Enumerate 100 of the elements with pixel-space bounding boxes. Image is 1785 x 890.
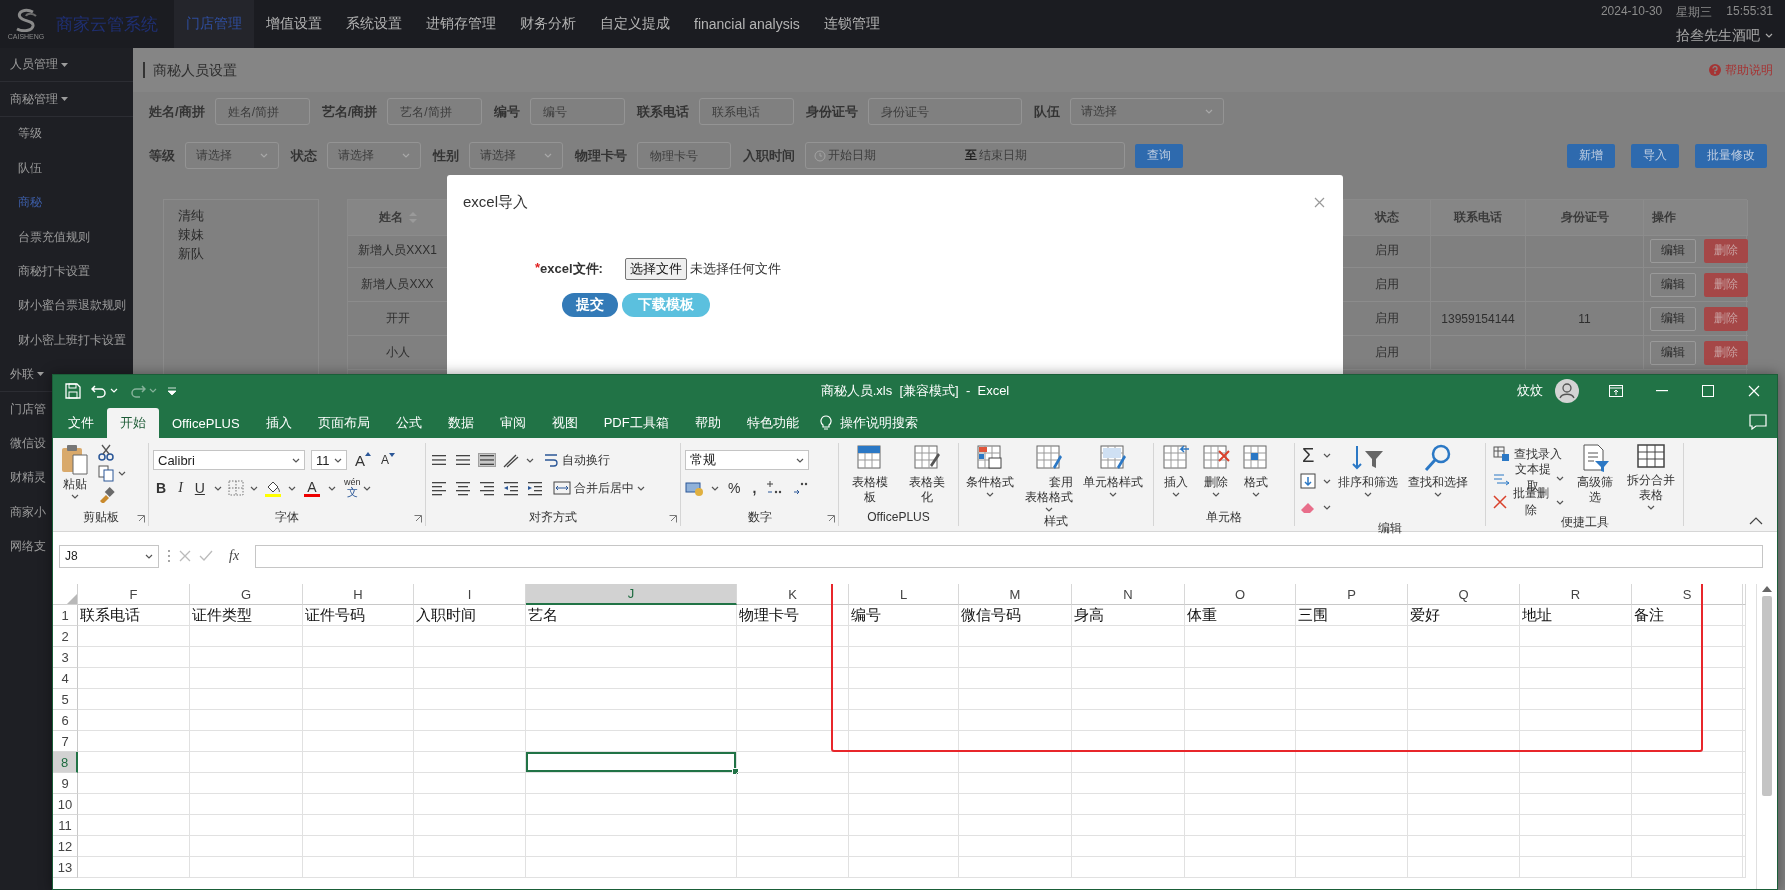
insert-function-button[interactable]: fx [229,548,240,564]
empty-cell[interactable] [1520,689,1632,710]
empty-cell[interactable] [526,857,737,878]
spreadsheet-cell[interactable]: 身高 [1072,605,1185,626]
empty-cell[interactable] [303,752,414,773]
align-text-icon[interactable] [454,479,472,497]
active-cell[interactable] [526,752,737,773]
sidebar-item[interactable]: 队伍 [18,159,42,177]
sidebar-item[interactable]: 门店管 [10,400,46,418]
empty-cell[interactable] [1296,647,1408,668]
paste-button[interactable]: 粘贴 [57,443,93,499]
empty-cell[interactable] [1520,668,1632,689]
empty-cell[interactable] [1185,836,1296,857]
empty-cell[interactable] [849,857,959,878]
currency-icon[interactable] [685,480,705,496]
spreadsheet-cell[interactable]: 地址 [1520,605,1632,626]
nav-tab[interactable]: 进销存管理 [414,0,508,48]
font-color-button[interactable]: A [301,479,322,497]
empty-cell[interactable] [526,710,737,731]
avatar-icon[interactable] [1555,378,1579,403]
empty-cell[interactable] [414,647,526,668]
table-template-button[interactable]: 表格模板 [843,443,897,505]
empty-cell[interactable] [737,815,849,836]
empty-cell[interactable] [303,857,414,878]
save-icon[interactable] [65,382,81,399]
empty-cell[interactable] [1632,689,1743,710]
percent-button[interactable]: % [725,477,744,499]
font-size-dropdown[interactable]: 11 [311,450,347,470]
filter-input[interactable]: 编号 [530,98,626,125]
empty-cell[interactable] [849,689,959,710]
empty-cell[interactable] [1408,710,1520,731]
comment-icon[interactable] [1749,414,1767,430]
empty-cell[interactable] [849,626,959,647]
empty-cell[interactable] [1520,836,1632,857]
empty-cell[interactable] [78,689,190,710]
action-button[interactable]: 批量修改 [1695,143,1767,168]
column-header[interactable]: L [849,584,959,605]
empty-cell[interactable] [526,647,737,668]
column-header[interactable]: O [1185,584,1296,605]
empty-cell[interactable] [737,647,849,668]
empty-cell[interactable] [1408,773,1520,794]
empty-cell[interactable] [414,773,526,794]
empty-cell[interactable] [526,689,737,710]
empty-cell[interactable] [303,836,414,857]
empty-cell[interactable] [737,668,849,689]
empty-cell[interactable] [190,752,303,773]
dialog-launcher-icon[interactable] [827,515,835,523]
ribbon-display-icon[interactable] [1609,384,1623,397]
empty-cell[interactable] [414,815,526,836]
copy-icon[interactable] [97,464,115,482]
empty-cell[interactable] [414,668,526,689]
empty-cell[interactable] [1632,752,1743,773]
empty-cell[interactable] [849,794,959,815]
increase-indent-icon[interactable] [526,479,544,497]
nav-tab[interactable]: 财务分析 [508,0,588,48]
empty-cell[interactable] [1520,752,1632,773]
row-header[interactable]: 8 [53,752,78,773]
empty-cell[interactable] [1072,647,1185,668]
scrollbar-thumb[interactable] [1762,596,1772,796]
empty-cell[interactable] [849,815,959,836]
empty-cell[interactable] [1072,710,1185,731]
empty-cell[interactable] [414,752,526,773]
dialog-launcher-icon[interactable] [137,515,145,523]
spreadsheet-cell[interactable]: 物理卡号 [737,605,849,626]
ribbon-tab[interactable]: PDF工具箱 [590,408,682,438]
row-header[interactable]: 12 [53,836,78,857]
empty-cell[interactable] [1408,836,1520,857]
empty-cell[interactable] [1072,773,1185,794]
user-name[interactable]: 拾叁先生酒吧 [1676,26,1760,45]
empty-cell[interactable] [526,668,737,689]
align-text-icon[interactable] [478,479,496,497]
sidebar-menu-item[interactable]: 商秘管理 [10,90,68,108]
team-item[interactable]: 清纯 [178,206,304,225]
filter-input[interactable]: 姓名/简拼 [214,98,310,125]
empty-cell[interactable] [1296,626,1408,647]
empty-cell[interactable] [1632,773,1743,794]
empty-cell[interactable] [737,752,849,773]
team-item[interactable]: 新队 [178,244,304,263]
empty-cell[interactable] [849,668,959,689]
empty-cell[interactable] [1185,794,1296,815]
spreadsheet-cell[interactable]: 微信号码 [959,605,1072,626]
wrap-text-button[interactable]: 自动换行 [540,449,613,471]
empty-cell[interactable] [1632,626,1743,647]
empty-cell[interactable] [1408,794,1520,815]
empty-cell[interactable] [1072,857,1185,878]
dialog-launcher-icon[interactable] [669,515,677,523]
empty-cell[interactable] [303,794,414,815]
ribbon-tab[interactable]: 视图 [538,408,591,438]
ribbon-tab[interactable]: 文件 [55,408,107,438]
empty-cell[interactable] [737,626,849,647]
empty-cell[interactable] [1072,689,1185,710]
empty-cell[interactable] [78,710,190,731]
empty-cell[interactable] [1296,836,1408,857]
collapse-ribbon-icon[interactable] [1749,517,1763,525]
column-header[interactable]: J [526,584,737,605]
action-button[interactable]: 新增 [1567,143,1615,168]
empty-cell[interactable] [737,710,849,731]
ribbon-tab[interactable]: 审阅 [486,408,539,438]
empty-cell[interactable] [414,710,526,731]
empty-cell[interactable] [78,731,190,752]
